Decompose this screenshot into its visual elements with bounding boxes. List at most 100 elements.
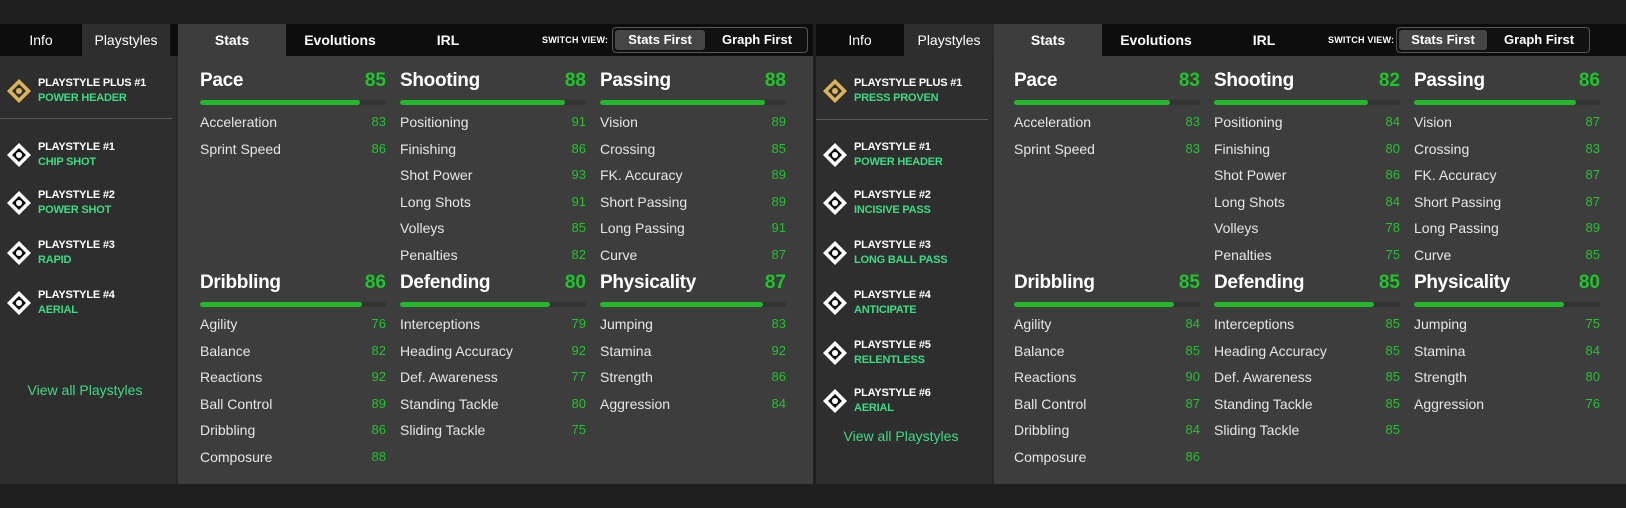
switch-view-label: SWITCH VIEW: <box>1328 35 1395 45</box>
tab-playstyles[interactable]: Playstyles <box>904 24 994 56</box>
stat-row: Short Passing 87 <box>1414 194 1600 214</box>
playstyle-item[interactable]: PLAYSTYLE #1 CHIP SHOT <box>6 136 174 180</box>
stat-value: 75 <box>571 422 586 437</box>
stat-value: 83 <box>371 114 386 129</box>
category-header: Dribbling 86 <box>200 272 386 298</box>
stat-row: Penalties 75 <box>1214 247 1400 267</box>
stat-value: 88 <box>371 448 386 464</box>
stat-name: Volleys <box>400 220 445 236</box>
category-header: Physicality 80 <box>1414 272 1600 298</box>
stat-row: Composure 88 <box>200 449 386 469</box>
stats-area: Pace 85 Acceleration 83 Sprint Speed 86 Shooti… <box>178 56 813 484</box>
category-bar-fill <box>1214 100 1369 105</box>
category-name: Passing <box>1414 70 1485 91</box>
category-bar <box>200 100 386 105</box>
switch-stats-first-button[interactable]: Stats First <box>1399 30 1487 50</box>
stat-value: 89 <box>771 114 786 129</box>
stat-value: 89 <box>371 395 386 411</box>
tab-stats[interactable]: Stats <box>178 24 286 56</box>
stat-row: Sliding Tackle 75 <box>400 422 586 442</box>
category-value: 82 <box>1378 70 1400 91</box>
stat-category-dribbling: Dribbling 85 Agility 84 Balance 85 Reactions 90… <box>1014 272 1200 472</box>
category-bar <box>1014 302 1200 307</box>
stat-name: Strength <box>600 369 653 385</box>
category-header: Physicality 87 <box>600 272 786 298</box>
stat-category-passing: Passing 86 Vision 87 Crossing 83 FK. Accuracy 8… <box>1414 70 1600 270</box>
stat-category-physicality: Physicality 80 Jumping 75 Stamina 84 Strength 8… <box>1414 272 1600 472</box>
stat-name: Acceleration <box>200 114 278 130</box>
tab-evolutions[interactable]: Evolutions <box>1102 24 1210 56</box>
stat-row: Interceptions 85 <box>1214 316 1400 336</box>
playstyle-item[interactable]: PLAYSTYLE #4 AERIAL <box>6 284 174 328</box>
switch-stats-first-button[interactable]: Stats First <box>615 30 705 50</box>
playstyle-item[interactable]: PLAYSTYLE #3 LONG BALL PASS <box>822 234 990 278</box>
playstyle-item[interactable]: PLAYSTYLE #5 RELENTLESS <box>822 334 990 378</box>
stat-value: 91 <box>571 114 586 129</box>
stat-name: Sprint Speed <box>200 140 281 157</box>
category-header: Pace 85 <box>200 70 386 96</box>
power-header-icon <box>822 142 848 168</box>
playstyle-name: AERIAL <box>38 304 78 316</box>
stat-name: Composure <box>200 448 273 465</box>
tab-info[interactable]: Info <box>816 24 904 56</box>
playstyle-item[interactable]: PLAYSTYLE PLUS #1 POWER HEADER <box>6 72 174 116</box>
tab-irl[interactable]: IRL <box>1210 24 1318 56</box>
power-shot-icon <box>6 190 32 216</box>
tab-irl[interactable]: IRL <box>394 24 502 56</box>
stat-value: 85 <box>1385 342 1400 358</box>
playstyles-sidebar: PLAYSTYLE PLUS #1 PRESS PROVEN PLAYSTYLE #… <box>816 56 994 484</box>
tab-stats[interactable]: Stats <box>994 24 1102 56</box>
stat-row: Short Passing 89 <box>600 194 786 214</box>
playstyle-item[interactable]: PLAYSTYLE #2 INCISIVE PASS <box>822 184 990 228</box>
stat-row: Strength 80 <box>1414 369 1600 389</box>
stats-area: Pace 83 Acceleration 83 Sprint Speed 83 Shooti… <box>994 56 1626 484</box>
category-bar-fill <box>600 302 764 307</box>
incisive-pass-icon <box>822 190 848 216</box>
category-bar <box>1014 100 1200 105</box>
stat-value: 91 <box>771 220 786 235</box>
stat-name: Jumping <box>1414 316 1467 332</box>
playstyle-item[interactable]: PLAYSTYLE #4 ANTICIPATE <box>822 284 990 328</box>
stat-row: Def. Awareness 85 <box>1214 369 1400 389</box>
stat-value: 86 <box>1185 448 1200 464</box>
playstyle-item[interactable]: PLAYSTYLE #2 POWER SHOT <box>6 184 174 228</box>
category-header: Shooting 88 <box>400 70 586 96</box>
category-value: 85 <box>1178 272 1200 293</box>
switch-graph-first-button[interactable]: Graph First <box>1489 30 1589 50</box>
playstyle-item[interactable]: PLAYSTYLE #1 POWER HEADER <box>822 136 990 180</box>
switch-view-label: SWITCH VIEW: <box>542 35 609 45</box>
stat-value: 84 <box>1585 342 1600 358</box>
playstyle-item[interactable]: PLAYSTYLE #6 AERIAL <box>822 382 990 426</box>
playstyle-item[interactable]: PLAYSTYLE PLUS #1 PRESS PROVEN <box>822 72 990 116</box>
tab-evolutions[interactable]: Evolutions <box>286 24 394 56</box>
category-value: 80 <box>564 272 586 293</box>
category-bar-fill <box>1014 100 1170 105</box>
category-bar <box>1214 100 1400 105</box>
stat-name: Long Shots <box>1214 193 1285 210</box>
stat-category-defending: Defending 85 Interceptions 85 Heading Accura… <box>1214 272 1400 472</box>
stat-value: 84 <box>1185 422 1200 437</box>
stat-row: Composure 86 <box>1014 449 1200 469</box>
playstyle-title: PLAYSTYLE PLUS #1 <box>38 77 147 89</box>
tab-info[interactable]: Info <box>0 24 82 56</box>
stat-value: 84 <box>771 395 786 411</box>
view-all-playstyles-link[interactable]: View all Playstyles <box>816 428 986 444</box>
stat-name: Heading Accuracy <box>1214 342 1327 359</box>
switch-graph-first-button[interactable]: Graph First <box>707 30 807 50</box>
stat-value: 80 <box>571 395 586 411</box>
tab-playstyles[interactable]: Playstyles <box>82 24 170 56</box>
view-all-playstyles-link[interactable]: View all Playstyles <box>0 382 170 398</box>
stat-value: 89 <box>771 167 786 182</box>
stat-row: Volleys 78 <box>1214 220 1400 240</box>
stat-row: Finishing 80 <box>1214 141 1400 161</box>
category-value: 85 <box>364 70 386 91</box>
category-header: Defending 80 <box>400 272 586 298</box>
stat-row: Acceleration 83 <box>1014 114 1200 134</box>
stat-row: Acceleration 83 <box>200 114 386 134</box>
playstyle-item[interactable]: PLAYSTYLE #3 RAPID <box>6 234 174 278</box>
stat-name: Agility <box>1014 316 1052 332</box>
stat-row: FK. Accuracy 89 <box>600 167 786 187</box>
tabs-bar: Info Playstyles Stats Evolutions IRL SWITCH V… <box>0 24 813 56</box>
stat-row: Sprint Speed 83 <box>1014 141 1200 161</box>
playstyle-title: PLAYSTYLE #1 <box>854 141 931 153</box>
